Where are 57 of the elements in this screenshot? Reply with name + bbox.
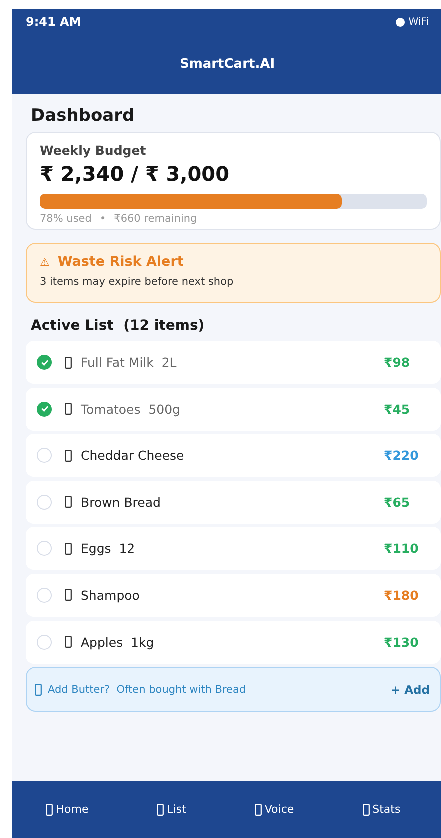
budget-amount: ₹ 2,340 / ₹ 3,000 [40,162,231,186]
box-icon [46,804,54,816]
item-price: ₹130 [384,634,420,650]
wifi-label: WiFi [408,16,429,28]
box-icon [65,496,72,508]
list-item[interactable]: Apples 1kg ₹130 [26,620,441,664]
nav-tab[interactable]: Stats [362,803,401,816]
separator-dot: • [100,213,106,225]
list-item[interactable]: Eggs 12 ₹110 [26,527,441,570]
budget-remaining: ₹660 remaining [114,213,198,225]
box-icon [65,450,72,462]
box-icon [362,804,370,816]
item-name: Apples 1kg [81,634,156,650]
list-item[interactable]: Tomatoes 500g ₹45 [26,388,441,431]
item-price: ₹110 [384,541,420,556]
list-title: Active List (12 items) [31,318,206,334]
nav-tab[interactable]: Voice [254,803,294,816]
alert-title: Waste Risk Alert [58,254,184,270]
item-name: Eggs 12 [81,541,136,556]
warning-icon: ⚠ [40,256,50,268]
item-name: Shampoo [81,588,141,603]
status-time: 9:41 AM [26,15,82,29]
nav-tab[interactable]: Home [46,803,89,816]
box-icon [65,589,72,602]
checkmark-icon [40,404,50,414]
item-price: ₹180 [384,588,420,603]
page-title: Dashboard [31,106,136,126]
box-icon [65,636,72,648]
box-icon [35,684,42,696]
item-name: Full Fat Milk 2L [81,355,178,370]
wifi-dot-icon [396,18,405,26]
box-icon [65,542,72,555]
list-item[interactable]: Full Fat Milk 2L ₹98 [26,341,441,384]
budget-label: Weekly Budget [40,143,148,158]
item-name: Tomatoes 500g [81,402,182,417]
item-price: ₹98 [384,355,412,370]
item-price: ₹45 [384,402,412,417]
box-icon [65,356,72,368]
list-item[interactable]: Shampoo ₹180 [26,574,441,617]
list-item[interactable]: Brown Bread ₹65 [26,480,441,524]
suggestion-text: Add Butter? Often bought with Bread [48,684,248,696]
add-button[interactable]: + Add [390,682,430,697]
box-icon [65,403,72,416]
alert-message: 3 items may expire before next shop [40,276,235,288]
checkmark-icon [40,358,50,368]
app-title: SmartCart.AI [178,57,276,72]
box-icon [157,804,164,816]
item-price: ₹65 [384,494,412,510]
item-checkbox[interactable] [37,402,52,417]
list-item[interactable]: Cheddar Cheese ₹220 [26,434,441,478]
nav-tab[interactable]: List [157,803,186,816]
item-name: Brown Bread [81,494,162,510]
item-checkbox[interactable] [37,355,52,370]
item-name: Cheddar Cheese [81,448,186,464]
budget-used: 78% used [40,213,92,225]
item-price: ₹220 [384,448,420,464]
box-icon [254,804,262,816]
